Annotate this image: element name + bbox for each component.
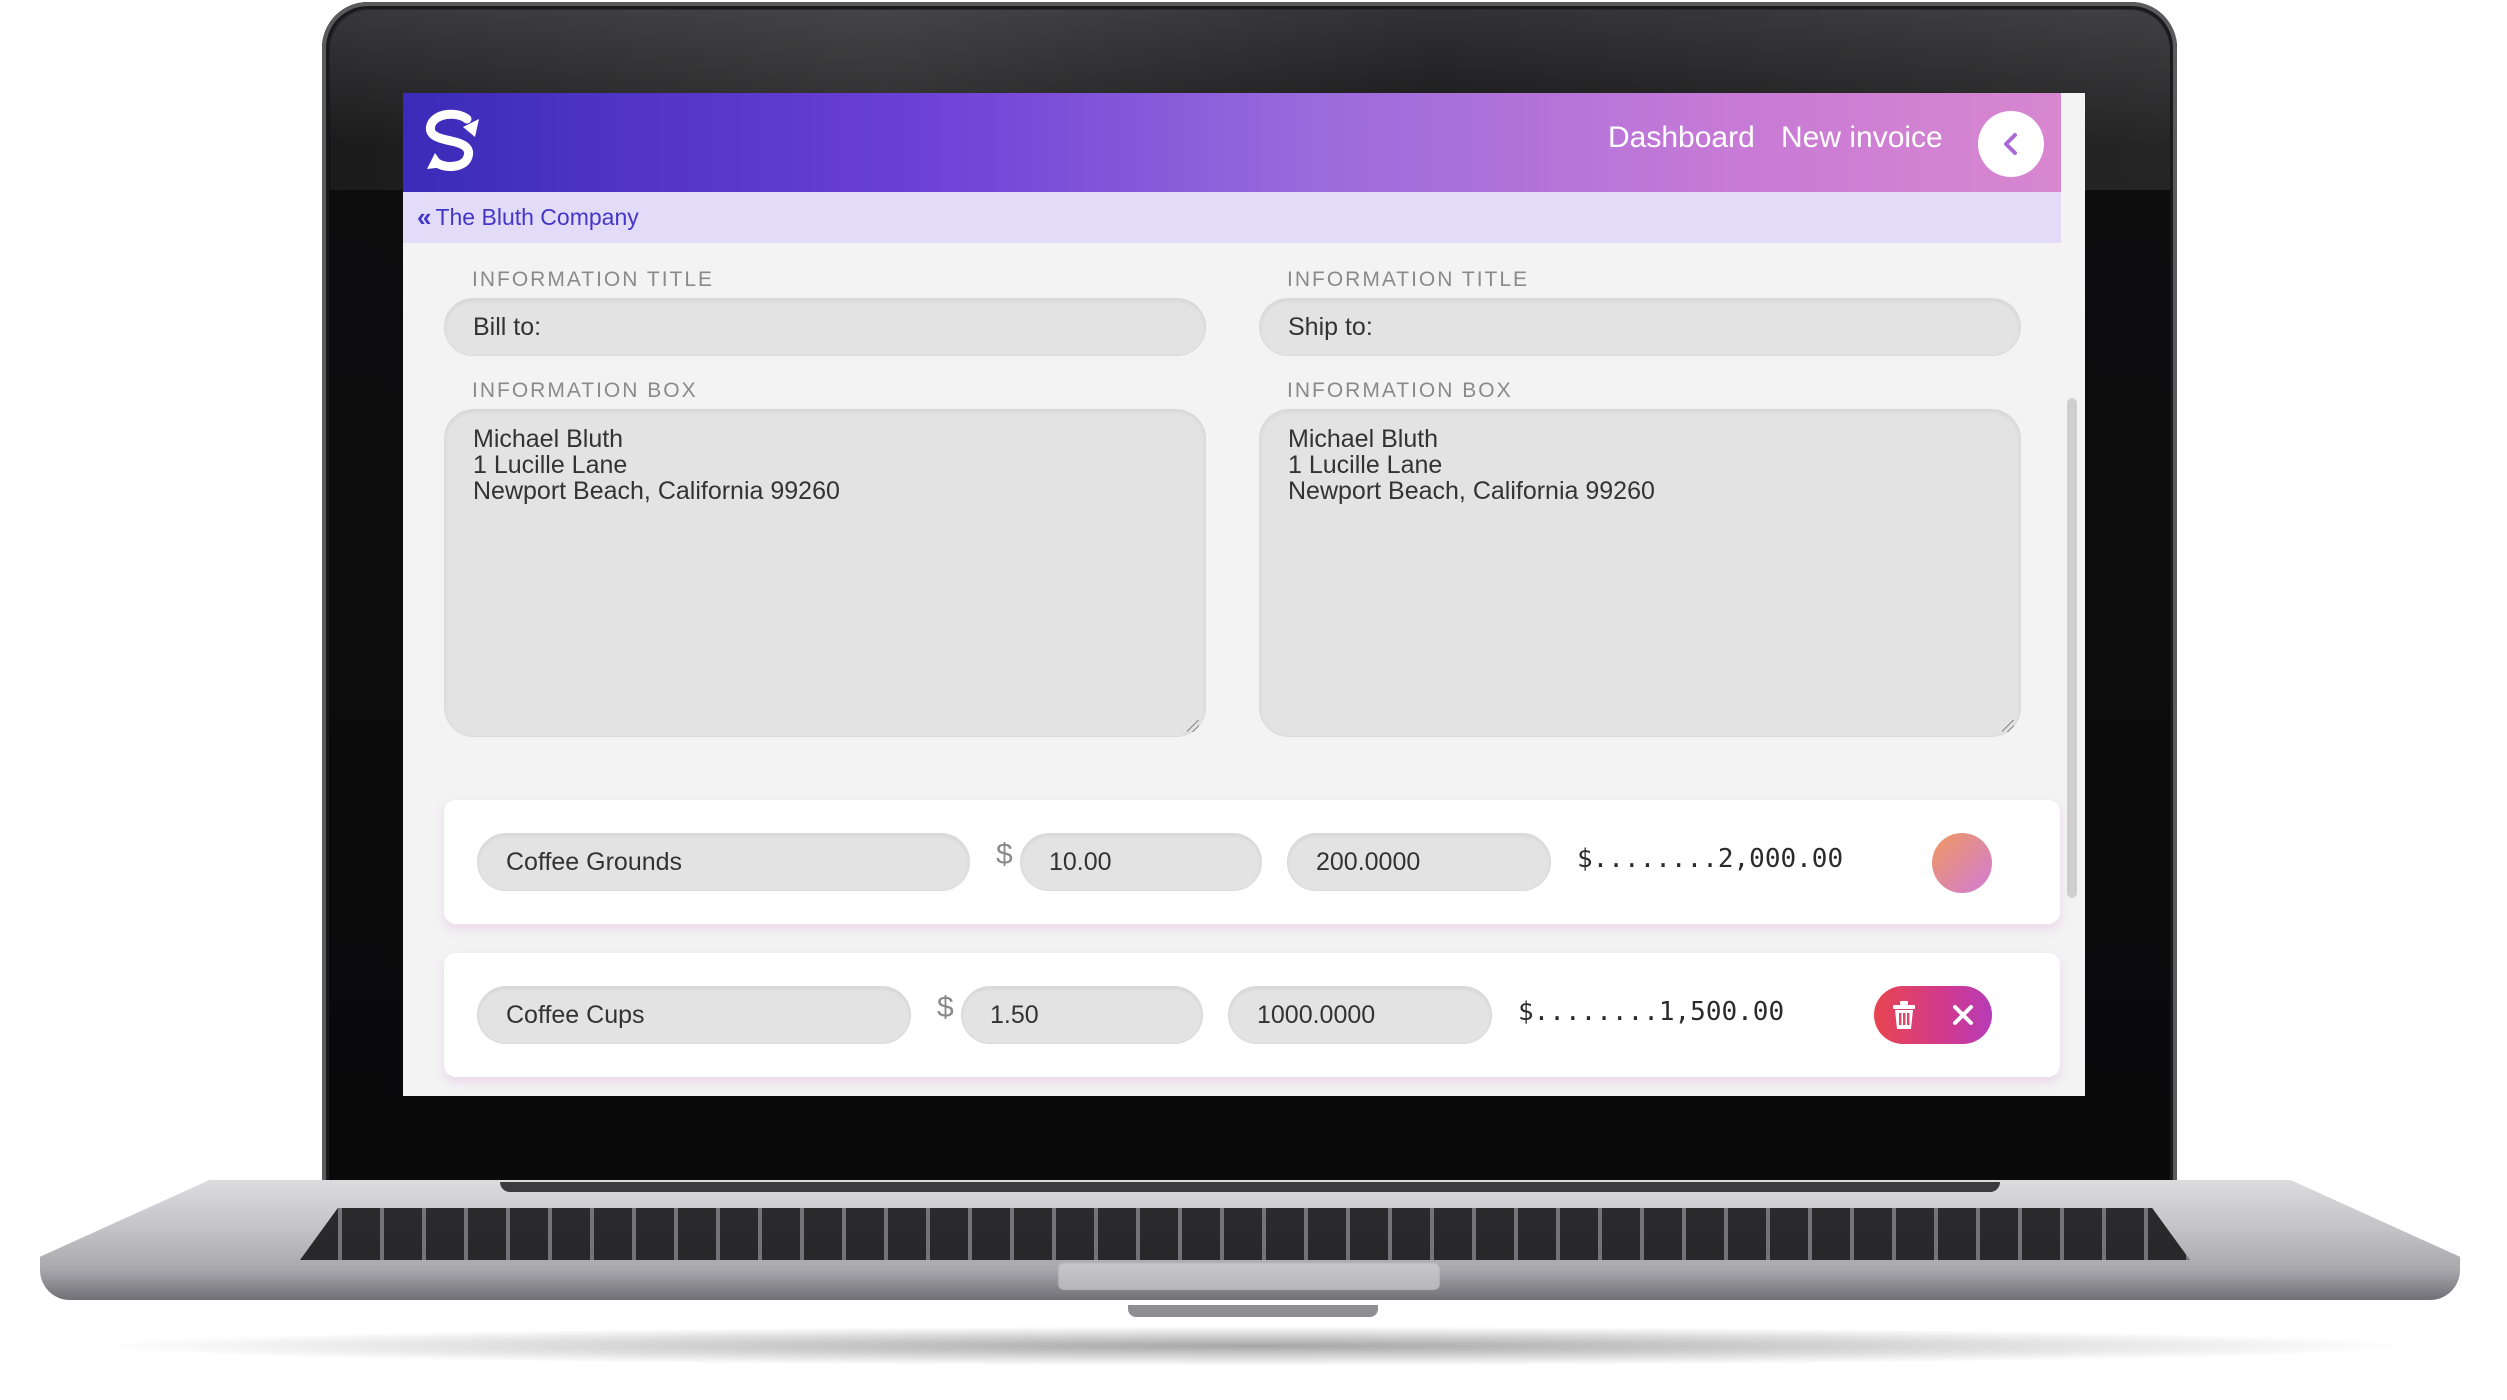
app-screen: Dashboard New invoice « The Bluth Compan… xyxy=(403,93,2085,1096)
item-price-input[interactable]: 10.00 xyxy=(1020,833,1262,891)
double-chevron-left-icon: « xyxy=(417,202,432,232)
cancel-delete-button[interactable] xyxy=(1938,990,1988,1040)
resize-handle[interactable] xyxy=(2002,720,2014,732)
laptop-notch xyxy=(1128,1305,1378,1317)
delete-button[interactable] xyxy=(1879,990,1929,1040)
ship-line-3: Newport Beach, California 99260 xyxy=(1288,477,1655,505)
ship-title-input[interactable]: Ship to: xyxy=(1259,298,2021,356)
ship-title-label: INFORMATION TITLE xyxy=(1287,268,1530,291)
ship-line-1: Michael Bluth xyxy=(1288,425,1439,453)
breadcrumb-link[interactable]: « The Bluth Company xyxy=(417,202,639,233)
ship-info-textarea[interactable]: Michael Bluth 1 Lucille Lane Newport Bea… xyxy=(1259,409,2021,737)
currency-symbol: $ xyxy=(937,991,954,1024)
bill-line-1: Michael Bluth xyxy=(473,425,624,453)
bill-info-textarea[interactable]: Michael Bluth 1 Lucille Lane Newport Bea… xyxy=(444,409,1206,737)
scrollbar[interactable] xyxy=(2067,398,2077,898)
currency-symbol: $ xyxy=(996,838,1013,871)
line-item-row: Coffee Grounds $ 10.00 200.0000 $.......… xyxy=(444,800,2060,924)
breadcrumb: « The Bluth Company xyxy=(403,192,2061,243)
breadcrumb-label: The Bluth Company xyxy=(435,204,639,230)
item-total: $........2,000.00 xyxy=(1577,844,1844,874)
item-quantity-input[interactable]: 1000.0000 xyxy=(1228,986,1492,1044)
ship-box-label: INFORMATION BOX xyxy=(1287,379,1513,402)
row-action-button[interactable] xyxy=(1932,833,1992,893)
nav-new-invoice[interactable]: New invoice xyxy=(1781,121,1943,155)
resize-handle[interactable] xyxy=(1187,720,1199,732)
bill-box-label: INFORMATION BOX xyxy=(472,379,698,402)
item-description-input[interactable]: Coffee Grounds xyxy=(477,833,970,891)
item-total: $........1,500.00 xyxy=(1518,997,1785,1027)
laptop-keyboard xyxy=(300,1208,2190,1260)
bill-line-3: Newport Beach, California 99260 xyxy=(473,477,840,505)
laptop-shadow xyxy=(80,1326,2430,1366)
nav-dashboard[interactable]: Dashboard xyxy=(1608,121,1755,155)
delete-confirm-group xyxy=(1874,986,1992,1044)
bill-title-input[interactable]: Bill to: xyxy=(444,298,1206,356)
item-description-input[interactable]: Coffee Cups xyxy=(477,986,911,1044)
back-button[interactable] xyxy=(1978,111,2044,177)
trash-icon xyxy=(1892,1001,1915,1029)
app-header: Dashboard New invoice xyxy=(403,93,2061,192)
ship-line-2: 1 Lucille Lane xyxy=(1288,451,1443,479)
line-item-row: Coffee Cups $ 1.50 1000.0000 $........1,… xyxy=(444,953,2060,1077)
close-icon xyxy=(1952,1005,1973,1025)
item-price-input[interactable]: 1.50 xyxy=(961,986,1203,1044)
bill-line-2: 1 Lucille Lane xyxy=(473,451,628,479)
chevron-left-icon xyxy=(2004,133,2017,155)
item-quantity-input[interactable]: 200.0000 xyxy=(1287,833,1551,891)
bill-title-label: INFORMATION TITLE xyxy=(472,268,715,291)
laptop-hinge xyxy=(500,1182,2000,1192)
s-logo-icon[interactable] xyxy=(417,107,489,179)
laptop-trackpad xyxy=(1058,1262,1440,1290)
